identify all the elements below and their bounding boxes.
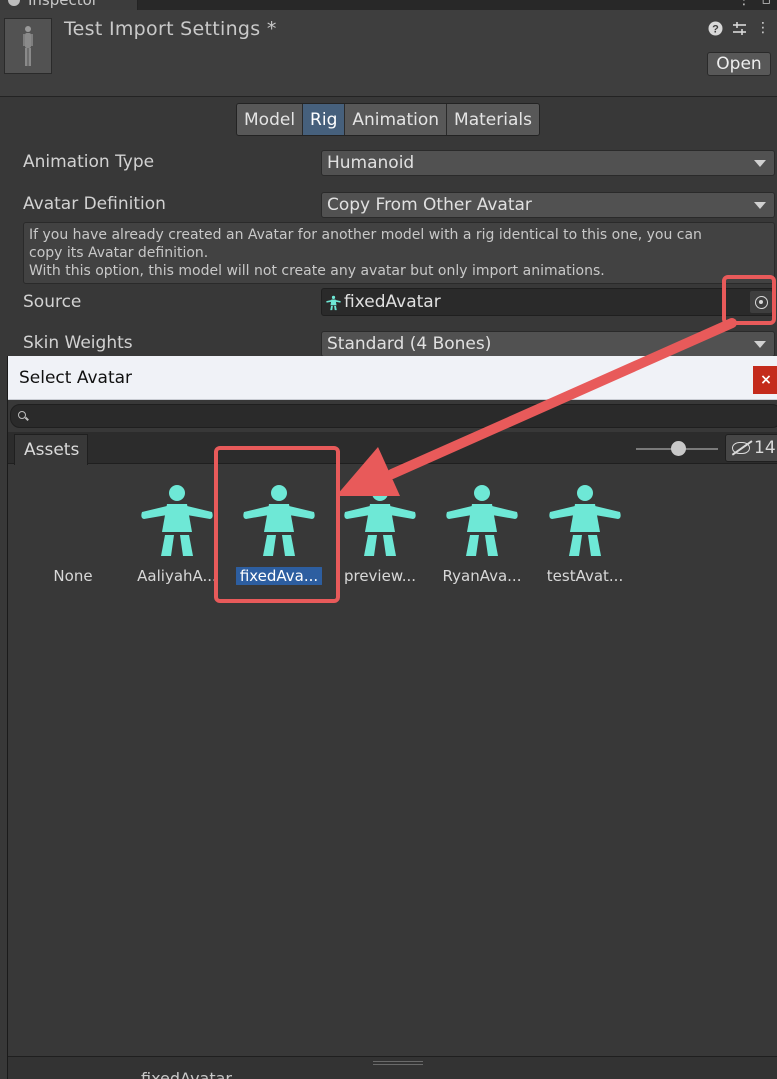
asset-item-none[interactable]: None — [25, 484, 121, 594]
preview-bar: fixedAvatar — [8, 1056, 777, 1079]
asset-item-label: RyanAva... — [442, 567, 522, 585]
avatar-definition-dropdown[interactable]: Copy From Other Avatar — [321, 192, 775, 218]
window-title: Select Avatar — [19, 367, 133, 388]
eye-slash-icon — [732, 442, 750, 454]
asset-item-label: None — [53, 567, 93, 585]
animation-type-value: Humanoid — [327, 153, 415, 173]
model-thumbnail — [4, 18, 52, 74]
animation-type-dropdown[interactable]: Humanoid — [321, 150, 775, 176]
presets-icon[interactable] — [731, 20, 747, 36]
avatar-icon — [343, 484, 417, 558]
more-options-icon[interactable]: ⋮ — [737, 0, 751, 8]
avatar-icon — [548, 484, 622, 558]
asset-item-label: preview... — [343, 567, 417, 585]
asset-item-label: testAvat... — [546, 567, 624, 585]
help-icon[interactable]: ? — [707, 20, 723, 36]
help-text-line: With this option, this model will not cr… — [29, 263, 605, 279]
hidden-packages-button[interactable]: 14 — [725, 434, 777, 462]
help-box: If you have already created an Avatar fo… — [23, 222, 775, 284]
info-icon — [8, 0, 20, 6]
icon-size-slider-handle[interactable] — [671, 441, 686, 456]
open-button[interactable]: Open — [707, 52, 771, 76]
annotation-highlight-item — [214, 446, 340, 603]
select-avatar-title-bar: Select Avatar × — [8, 356, 777, 400]
tab-rig[interactable]: Rig — [303, 104, 346, 135]
asset-toolbar: Assets 14 — [8, 432, 777, 465]
skin-weights-value: Standard (4 Bones) — [327, 334, 492, 354]
source-object-field[interactable]: fixedAvatar — [321, 288, 775, 316]
tab-materials[interactable]: Materials — [447, 104, 539, 135]
maximize-icon[interactable]: ▫ — [762, 0, 772, 8]
asset-item[interactable]: RyanAva... — [434, 484, 530, 594]
tab-model[interactable]: Model — [237, 104, 304, 135]
page-title: Test Import Settings * — [64, 18, 277, 40]
tab-animation[interactable]: Animation — [345, 104, 448, 135]
resize-grip[interactable] — [373, 1061, 423, 1065]
skin-weights-dropdown[interactable]: Standard (4 Bones) — [321, 331, 775, 357]
window-tab-strip: Inspector ⋮ ▫ — [0, 0, 777, 10]
tab-assets[interactable]: Assets — [14, 434, 88, 465]
select-avatar-window: Select Avatar × Assets 14 None AaliyahA.… — [7, 356, 777, 1079]
asset-item[interactable]: testAvat... — [537, 484, 633, 594]
help-text-line: If you have already created an Avatar fo… — [29, 227, 702, 243]
search-input[interactable] — [10, 404, 777, 428]
avatar-definition-label: Avatar Definition — [23, 194, 166, 214]
avatar-icon — [326, 295, 341, 311]
skin-weights-label: Skin Weights — [23, 333, 133, 353]
asset-item-label: AaliyahA... — [137, 567, 217, 585]
source-value: fixedAvatar — [344, 292, 441, 312]
dropdown-arrow-icon — [754, 341, 766, 348]
source-label: Source — [23, 292, 82, 312]
inspector-header: Test Import Settings * ? ⋮ Open — [0, 10, 777, 97]
avatar-icon — [445, 484, 519, 558]
inspector-tab-label: Inspector — [28, 0, 98, 9]
avatar-icon — [140, 484, 214, 558]
help-text-line: copy its Avatar definition. — [29, 245, 209, 261]
svg-text:?: ? — [712, 23, 719, 35]
close-button[interactable]: × — [753, 366, 777, 394]
model-figure-icon — [23, 26, 33, 66]
dropdown-arrow-icon — [754, 160, 766, 167]
search-icon — [18, 411, 26, 419]
annotation-highlight-picker — [722, 275, 776, 325]
animation-type-label: Animation Type — [23, 152, 155, 172]
menu-icon[interactable]: ⋮ — [755, 20, 771, 36]
inspector-tab[interactable]: Inspector — [0, 0, 138, 10]
asset-item[interactable]: AaliyahA... — [129, 484, 225, 594]
selected-asset-name: fixedAvatar — [141, 1069, 232, 1079]
dropdown-arrow-icon — [754, 202, 766, 209]
import-tabs: Model Rig Animation Materials — [236, 103, 540, 136]
avatar-definition-value: Copy From Other Avatar — [327, 195, 532, 215]
asset-item[interactable]: preview... — [332, 484, 428, 594]
hidden-count: 14 — [754, 438, 776, 458]
